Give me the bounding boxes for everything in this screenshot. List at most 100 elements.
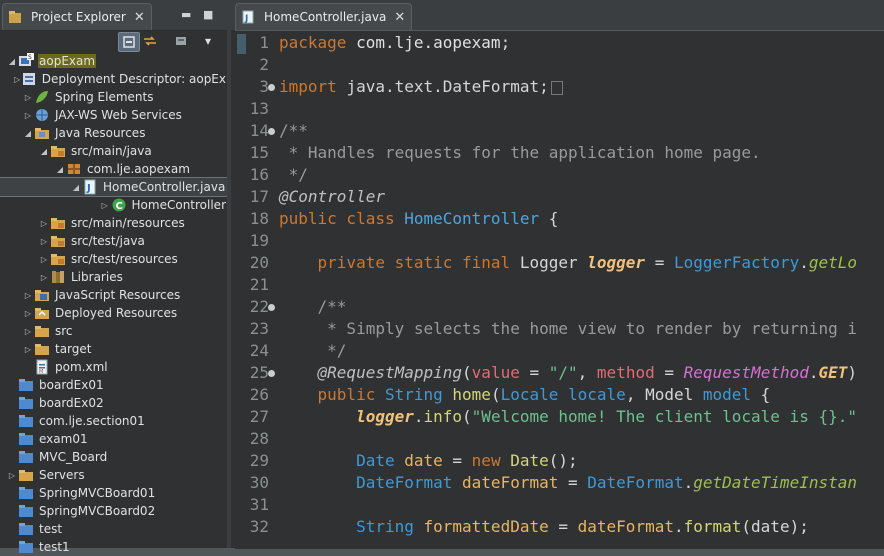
tree-item[interactable]: boardEx01 — [0, 376, 227, 394]
collapsed-imports-icon[interactable] — [550, 80, 563, 95]
collapsed-arrow-icon[interactable]: ▷ — [22, 327, 34, 336]
collapsed-arrow-icon[interactable]: ▷ — [22, 111, 34, 120]
closed-project-icon — [18, 395, 34, 411]
code-line[interactable]: 29 Date date = new Date(); — [235, 450, 884, 472]
tree-item[interactable]: MVC_Board — [0, 448, 227, 466]
tab-homecontroller-java[interactable]: J HomeController.java ✕ — [235, 3, 413, 30]
tree-item[interactable]: ▷ Servers — [0, 466, 227, 484]
tree-item[interactable]: SpringMVCBoard02 — [0, 502, 227, 520]
tree-item[interactable]: ▷ target — [0, 340, 227, 358]
code-line[interactable]: 2 — [235, 54, 884, 76]
tree-item[interactable]: ▷ JavaScript Resources — [0, 286, 227, 304]
collapsed-arrow-icon[interactable]: ▷ — [38, 219, 50, 228]
tree-item[interactable]: Mpom.xml — [0, 358, 227, 376]
tree-item[interactable]: test — [0, 520, 227, 538]
code-line[interactable]: 22 /** — [235, 296, 884, 318]
code-token: home — [452, 385, 491, 404]
code-line[interactable]: 25 @RequestMapping(value = "/", method =… — [235, 362, 884, 384]
fold-toggle-icon[interactable] — [268, 370, 275, 377]
collapsed-arrow-icon[interactable]: ▷ — [22, 93, 34, 102]
code-line[interactable]: 20 private static final Logger logger = … — [235, 252, 884, 274]
line-number: 26 — [249, 385, 269, 404]
collapsed-arrow-icon[interactable]: ▷ — [6, 471, 18, 480]
code-token: import — [279, 77, 347, 96]
line-number: 28 — [249, 429, 269, 448]
code-line[interactable]: 14 /** — [235, 120, 884, 142]
code-line[interactable]: 32 String formattedDate = dateFormat.for… — [235, 516, 884, 538]
expanded-arrow-icon[interactable]: ◢ — [22, 129, 34, 138]
code-line[interactable]: 23 * Simply selects the home view to ren… — [235, 318, 884, 340]
fold-toggle-icon[interactable] — [268, 304, 275, 311]
collapsed-arrow-icon[interactable]: ▷ — [22, 345, 34, 354]
tree-item-label: Deployment Descriptor: aopEx — [41, 72, 226, 86]
tree-item[interactable]: ◢ Java Resources — [0, 124, 227, 142]
code-line[interactable]: 1 package com.lje.aopexam; — [235, 32, 884, 54]
tree-item[interactable]: boardEx02 — [0, 394, 227, 412]
tree-item[interactable]: ▷ Deployment Descriptor: aopEx — [0, 70, 227, 88]
code-token: ) — [847, 363, 858, 382]
collapse-all-icon[interactable] — [118, 32, 140, 52]
expanded-arrow-icon[interactable]: ◢ — [38, 147, 50, 156]
collapsed-arrow-icon[interactable]: ▷ — [13, 75, 20, 84]
tree-item[interactable]: exam01 — [0, 430, 227, 448]
code-line[interactable]: 26 public String home(Locale locale, Mod… — [235, 384, 884, 406]
tab-project-explorer[interactable]: Project Explorer ✕ — [2, 3, 152, 30]
servers-folder-icon — [18, 467, 34, 483]
code-line[interactable]: 13 — [235, 98, 884, 120]
code-line[interactable]: 30 DateFormat dateFormat = DateFormat.ge… — [235, 472, 884, 494]
tree-item[interactable]: SpringMVCBoard01 — [0, 484, 227, 502]
tree-item[interactable]: ▷ Libraries — [0, 268, 227, 286]
close-icon[interactable]: ✕ — [134, 10, 145, 25]
source-folder-icon — [50, 143, 66, 159]
view-filter-icon[interactable] — [171, 32, 191, 50]
code-area[interactable]: 1 package com.lje.aopexam; 2 3 import java.… — [235, 30, 884, 549]
code-line[interactable]: 27 logger.info("Welcome home! The client… — [235, 406, 884, 428]
code-text: */ — [279, 164, 308, 186]
tree-item[interactable]: ◢ src/main/java — [0, 142, 227, 160]
code-token: . — [683, 473, 694, 492]
fold-toggle-icon[interactable] — [268, 128, 275, 135]
view-menu-icon[interactable]: ▾ — [198, 32, 218, 50]
tree-item-label: target — [55, 342, 92, 356]
code-line[interactable]: 31 — [235, 494, 884, 516]
tree-item[interactable]: com.lje.section01 — [0, 412, 227, 430]
tree-item[interactable]: ◢ J HomeController.java — [0, 177, 228, 197]
tree-item[interactable]: ▷ Spring Elements — [0, 88, 227, 106]
code-line[interactable]: 17 @Controller — [235, 186, 884, 208]
collapsed-arrow-icon[interactable]: ▷ — [22, 309, 34, 318]
code-line[interactable]: 16 */ — [235, 164, 884, 186]
collapsed-arrow-icon[interactable]: ▷ — [38, 237, 50, 246]
code-line[interactable]: 19 — [235, 230, 884, 252]
tree-item-label: SpringMVCBoard01 — [39, 486, 156, 500]
fold-toggle-icon[interactable] — [268, 84, 275, 91]
code-line[interactable]: 15 * Handles requests for the applicatio… — [235, 142, 884, 164]
collapsed-arrow-icon[interactable]: ▷ — [22, 291, 34, 300]
minimize-icon[interactable]: ▬ — [181, 8, 191, 21]
tree-item[interactable]: ◢ SaopExam — [0, 52, 227, 70]
tree-item[interactable]: ◢ com.lje.aopexam — [0, 160, 227, 178]
tree-item[interactable]: test1 — [0, 538, 227, 556]
tree-item[interactable]: ▷ src/test/java — [0, 232, 227, 250]
code-line[interactable]: 24 */ — [235, 340, 884, 362]
code-line[interactable]: 3 import java.text.DateFormat; — [235, 76, 884, 98]
line-number: 21 — [249, 275, 269, 294]
code-line[interactable]: 21 — [235, 274, 884, 296]
collapsed-arrow-icon[interactable]: ▷ — [38, 255, 50, 264]
expanded-arrow-icon[interactable]: ◢ — [54, 165, 66, 174]
expanded-arrow-icon[interactable]: ◢ — [6, 57, 18, 66]
expanded-arrow-icon[interactable]: ◢ — [70, 183, 82, 192]
maximize-icon[interactable]: ■ — [203, 8, 213, 21]
tree-item[interactable]: ▷ src — [0, 322, 227, 340]
code-line[interactable]: 18 public class HomeController { — [235, 208, 884, 230]
code-token: HomeController — [404, 209, 540, 228]
link-with-editor-icon[interactable] — [140, 32, 160, 50]
tree-item[interactable]: ▷ src/main/resources — [0, 214, 227, 232]
tree-item[interactable]: ▷ JAX-WS Web Services — [0, 106, 227, 124]
collapsed-arrow-icon[interactable]: ▷ — [38, 273, 50, 282]
close-icon[interactable]: ✕ — [394, 10, 405, 25]
tree-item[interactable]: ▷ C HomeController — [0, 196, 227, 214]
code-line[interactable]: 28 — [235, 428, 884, 450]
tree-item[interactable]: ▷ src/test/resources — [0, 250, 227, 268]
collapsed-arrow-icon[interactable]: ▷ — [99, 201, 111, 210]
tree-item[interactable]: ▷ Deployed Resources — [0, 304, 227, 322]
